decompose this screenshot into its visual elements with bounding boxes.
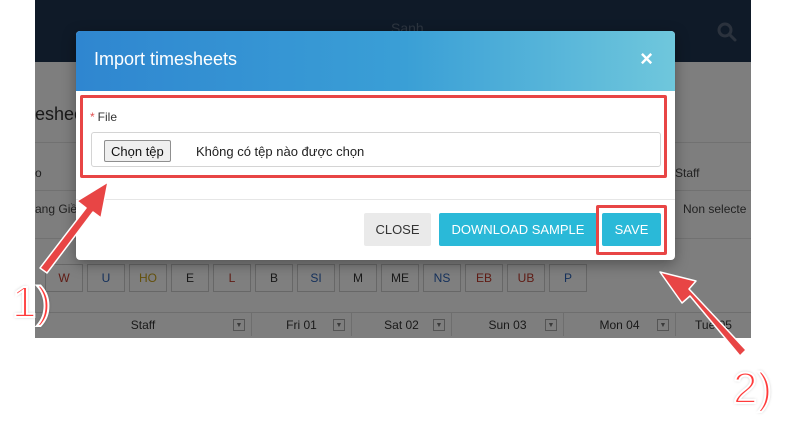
annotation-arrows (39, 181, 747, 357)
step-1-label: 1) (11, 277, 52, 328)
arrow-up-left-icon (659, 271, 747, 357)
screenshot-stage: Sanh esheets o ang Giề Staff Non selecte… (0, 0, 796, 429)
step-2-label: 2) (732, 363, 773, 414)
arrow-up-right-icon (39, 181, 109, 274)
